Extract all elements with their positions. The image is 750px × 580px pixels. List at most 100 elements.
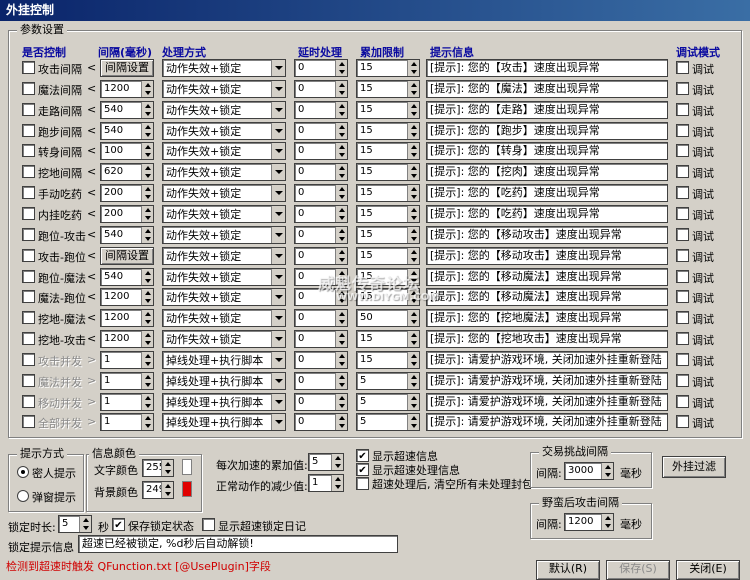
chevron-down-icon[interactable] [271, 247, 285, 264]
delay-spinner[interactable]: 0 [294, 350, 348, 369]
limit-spinner[interactable]: 15 [356, 142, 420, 161]
interval-spinner[interactable]: 1200 [100, 309, 154, 328]
spin-arrows-icon[interactable] [407, 205, 419, 222]
chevron-down-icon[interactable] [271, 310, 285, 327]
interval-spinner[interactable]: 1200 [100, 330, 154, 349]
spin-arrows-icon[interactable] [141, 351, 153, 368]
handling-combo[interactable]: 动作失效+锁定 [162, 204, 286, 223]
delay-spinner[interactable]: 0 [294, 163, 348, 182]
debug-checkbox[interactable] [676, 373, 689, 387]
spin-arrows-icon[interactable] [407, 80, 419, 97]
debug-checkbox[interactable] [676, 394, 689, 408]
interval-spinner[interactable]: 620 [100, 163, 154, 182]
interval-spinner[interactable]: 540 [100, 225, 154, 244]
spin-arrows-icon[interactable] [141, 226, 153, 243]
spin-arrows-icon[interactable] [335, 247, 347, 264]
spin-arrows-icon[interactable] [141, 143, 153, 160]
handling-combo[interactable]: 动作失效+锁定 [162, 121, 286, 140]
delay-spinner[interactable]: 0 [294, 204, 348, 223]
delay-spinner[interactable]: 0 [294, 371, 348, 390]
interval-settings-button[interactable]: 间隔设置 [100, 246, 154, 265]
spin-arrows-icon[interactable] [141, 164, 153, 181]
debug-checkbox[interactable] [676, 165, 689, 179]
debug-checkbox[interactable] [676, 415, 689, 429]
tip-input[interactable]: [提示]: 您的【转身】速度出现异常 [426, 142, 668, 161]
spin-arrows-icon[interactable] [141, 331, 153, 348]
clear-packets-checkbox[interactable] [356, 477, 369, 490]
param-enable-checkbox[interactable] [22, 102, 35, 116]
param-enable-checkbox[interactable] [22, 332, 35, 346]
spin-arrows-icon[interactable] [407, 226, 419, 243]
text-color-spinner[interactable]: 255 [142, 459, 174, 477]
delay-spinner[interactable]: 0 [294, 59, 348, 77]
limit-spinner[interactable]: 15 [356, 121, 420, 140]
param-enable-checkbox[interactable] [22, 81, 35, 95]
param-enable-checkbox[interactable] [22, 165, 35, 179]
handling-combo[interactable]: 动作失效+锁定 [162, 59, 286, 77]
debug-checkbox[interactable] [676, 61, 689, 74]
debug-checkbox[interactable] [676, 269, 689, 283]
spin-arrows-icon[interactable] [335, 122, 347, 139]
delay-spinner[interactable]: 0 [294, 413, 348, 432]
debug-checkbox[interactable] [676, 186, 689, 200]
spin-arrows-icon[interactable] [335, 185, 347, 202]
spin-arrows-icon[interactable] [407, 185, 419, 202]
tip-input[interactable]: [提示]: 请爱护游戏环境, 关闭加速外挂重新登陆 [426, 350, 668, 369]
delay-spinner[interactable]: 0 [294, 392, 348, 411]
chevron-down-icon[interactable] [271, 268, 285, 285]
limit-spinner[interactable]: 15 [356, 330, 420, 349]
chevron-down-icon[interactable] [271, 80, 285, 97]
param-enable-checkbox[interactable] [22, 394, 35, 408]
spin-arrows-icon[interactable] [407, 393, 419, 410]
spin-arrows-icon[interactable] [407, 247, 419, 264]
spin-arrows-icon[interactable] [335, 80, 347, 97]
interval-spinner[interactable]: 540 [100, 267, 154, 286]
interval-spinner[interactable]: 200 [100, 184, 154, 203]
interval-spinner[interactable]: 1200 [100, 79, 154, 98]
debug-checkbox[interactable] [676, 248, 689, 262]
handling-combo[interactable]: 掉线处理+执行脚本 [162, 371, 286, 390]
spin-arrows-icon[interactable] [407, 143, 419, 160]
spin-arrows-icon[interactable] [141, 80, 153, 97]
show-accel-handling-checkbox[interactable] [356, 463, 369, 476]
debug-checkbox[interactable] [676, 123, 689, 137]
delay-spinner[interactable]: 0 [294, 121, 348, 140]
debug-checkbox[interactable] [676, 81, 689, 95]
debug-checkbox[interactable] [676, 102, 689, 116]
delay-spinner[interactable]: 0 [294, 246, 348, 265]
chevron-down-icon[interactable] [271, 331, 285, 348]
param-enable-checkbox[interactable] [22, 206, 35, 220]
spin-arrows-icon[interactable] [407, 331, 419, 348]
interval-spinner[interactable]: 540 [100, 121, 154, 140]
chevron-down-icon[interactable] [271, 414, 285, 431]
interval-spinner[interactable]: 540 [100, 100, 154, 119]
tip-input[interactable]: [提示]: 您的【挖地魔法】速度出现异常 [426, 309, 668, 328]
limit-spinner[interactable]: 5 [356, 371, 420, 390]
spin-arrows-icon[interactable] [335, 393, 347, 410]
chevron-down-icon[interactable] [271, 143, 285, 160]
spin-arrows-icon[interactable] [335, 164, 347, 181]
tip-input[interactable]: [提示]: 您的【攻击】速度出现异常 [426, 59, 668, 77]
radio-popup[interactable] [17, 466, 29, 478]
spin-arrows-icon[interactable] [335, 226, 347, 243]
radio-dialog[interactable] [17, 490, 29, 502]
handling-combo[interactable]: 动作失效+锁定 [162, 267, 286, 286]
handling-combo[interactable]: 动作失效+锁定 [162, 246, 286, 265]
limit-spinner[interactable]: 15 [356, 184, 420, 203]
limit-spinner[interactable]: 15 [356, 204, 420, 223]
limit-spinner[interactable]: 15 [356, 79, 420, 98]
spin-arrows-icon[interactable] [335, 101, 347, 118]
chevron-down-icon[interactable] [271, 122, 285, 139]
interval-spinner[interactable]: 100 [100, 142, 154, 161]
lock-tip-input[interactable]: 超速已经被锁定, %d秒后自动解锁! [78, 535, 398, 553]
interval-spinner[interactable]: 1 [100, 371, 154, 390]
interval-spinner[interactable]: 1 [100, 392, 154, 411]
debug-checkbox[interactable] [676, 290, 689, 304]
filter-button[interactable]: 外挂过滤 [662, 456, 726, 478]
spin-arrows-icon[interactable] [407, 351, 419, 368]
handling-combo[interactable]: 动作失效+锁定 [162, 184, 286, 203]
tip-input[interactable]: [提示]: 您的【移动魔法】速度出现异常 [426, 267, 668, 286]
accel-add-spinner[interactable]: 5 [308, 453, 344, 471]
chevron-down-icon[interactable] [271, 205, 285, 222]
spin-arrows-icon[interactable] [141, 268, 153, 285]
